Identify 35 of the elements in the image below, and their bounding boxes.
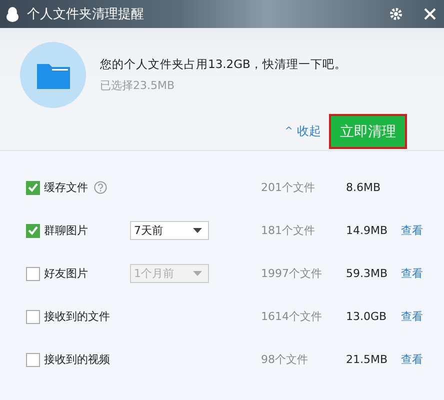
item-label: 接收到的视频 [44,352,110,367]
collapse-link[interactable]: ^ 收起 [284,123,321,140]
file-size: 59.3MB [346,267,389,280]
view-link[interactable]: 查看 [401,223,423,238]
file-count: 201个文件 [261,180,316,195]
item-label: 接收到的文件 [44,309,110,324]
view-link[interactable]: 查看 [401,309,423,324]
folder-icon [36,62,70,88]
caret-icon [193,271,202,276]
item-label: 群聊图片 [44,223,88,238]
caret-icon [193,228,202,233]
file-count: 1614个文件 [261,309,323,324]
file-size: 14.9MB [346,224,389,237]
checkbox[interactable] [26,224,40,238]
settings-icon[interactable] [390,8,402,20]
checkbox[interactable] [26,180,40,194]
selected-size: 已选择23.5MB [100,78,176,93]
help-icon[interactable] [94,181,107,194]
view-link[interactable]: 查看 [401,352,423,367]
clean-now-button[interactable]: 立即清理 [329,114,407,149]
file-size: 13.0GB [346,310,388,323]
usage-message: 您的个人文件夹占用13.2GB，快清理一下吧。 [100,57,346,72]
file-size: 21.5MB [346,353,389,366]
file-size: 8.6MB [346,181,382,194]
item-label: 好友图片 [44,266,88,281]
file-count: 98个文件 [261,352,309,367]
period-dropdown[interactable]: 7天前 [130,221,209,240]
checkbox[interactable] [26,310,40,324]
penguin-icon [6,6,19,22]
file-count: 181个文件 [261,223,316,238]
close-icon[interactable] [424,8,436,20]
checkbox[interactable] [26,352,40,366]
window-title: 个人文件夹清理提醒 [27,6,145,23]
item-label: 缓存文件 [44,180,88,195]
file-count: 1997个文件 [261,266,323,281]
